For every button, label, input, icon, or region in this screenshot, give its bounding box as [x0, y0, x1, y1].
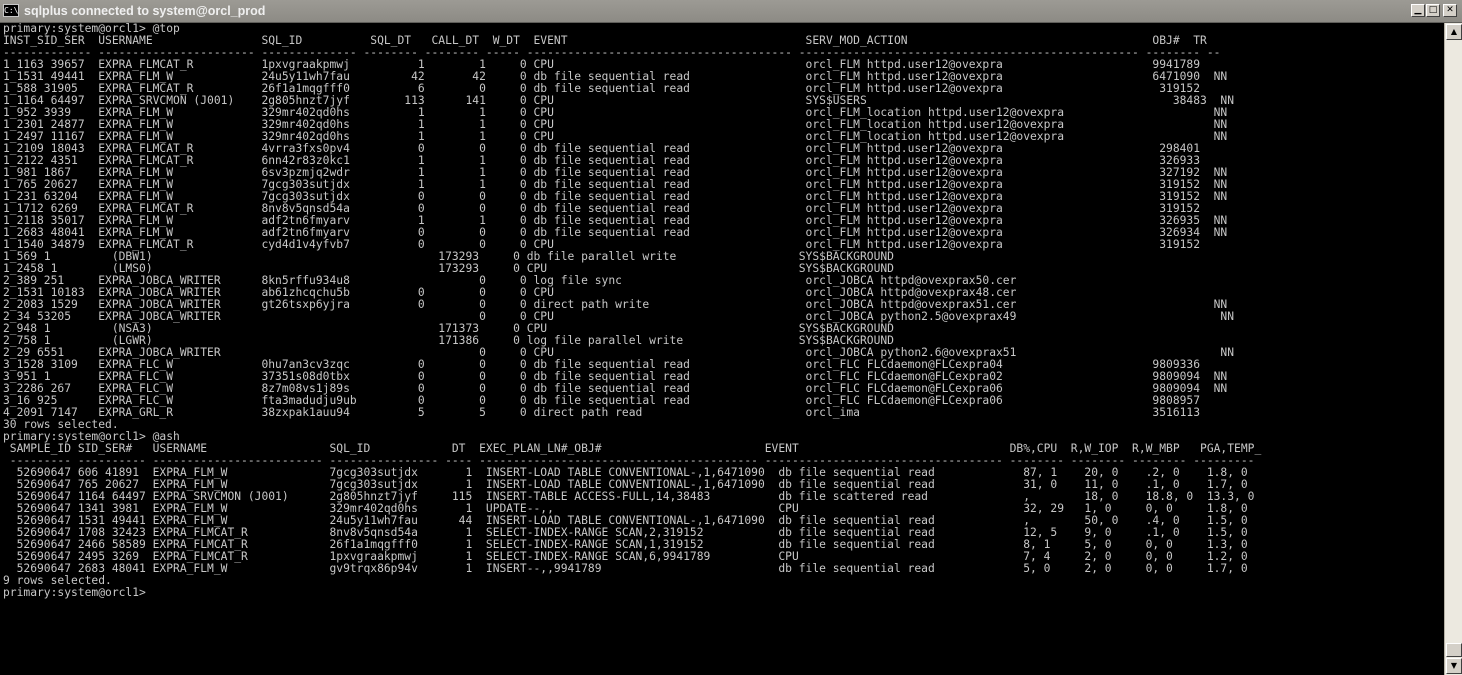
- title-bar: C:\ sqlplus connected to system@orcl_pro…: [0, 0, 1462, 23]
- console-output-area[interactable]: primary:system@orcl1> @top INST_SID_SER U…: [0, 23, 1444, 675]
- window-title: sqlplus connected to system@orcl_prod: [24, 4, 266, 18]
- close-button[interactable]: ✕: [1443, 4, 1457, 17]
- maximize-button[interactable]: □: [1426, 4, 1440, 17]
- scroll-up-button[interactable]: ▲: [1446, 24, 1462, 40]
- console-app-icon[interactable]: C:\: [3, 4, 19, 17]
- console-lines: primary:system@orcl1> @top INST_SID_SER U…: [0, 23, 1444, 599]
- console-line: 52690647 2683 48041 EXPRA_FLM_W gv9trqx8…: [3, 562, 1248, 575]
- scroll-down-button[interactable]: ▼: [1446, 658, 1462, 674]
- console-line: primary:system@orcl1>: [3, 586, 146, 599]
- vertical-scrollbar[interactable]: ▲ ▼: [1444, 23, 1462, 675]
- console-line: 30 rows selected.: [3, 418, 119, 431]
- minimize-button[interactable]: ▁: [1411, 4, 1425, 17]
- scrollbar-thumb[interactable]: [1446, 643, 1462, 657]
- console-line: 4_2091 7147 EXPRA_GRL_R 38zxpak1auu94 5 …: [3, 406, 1201, 419]
- console-line: 9 rows selected.: [3, 574, 112, 587]
